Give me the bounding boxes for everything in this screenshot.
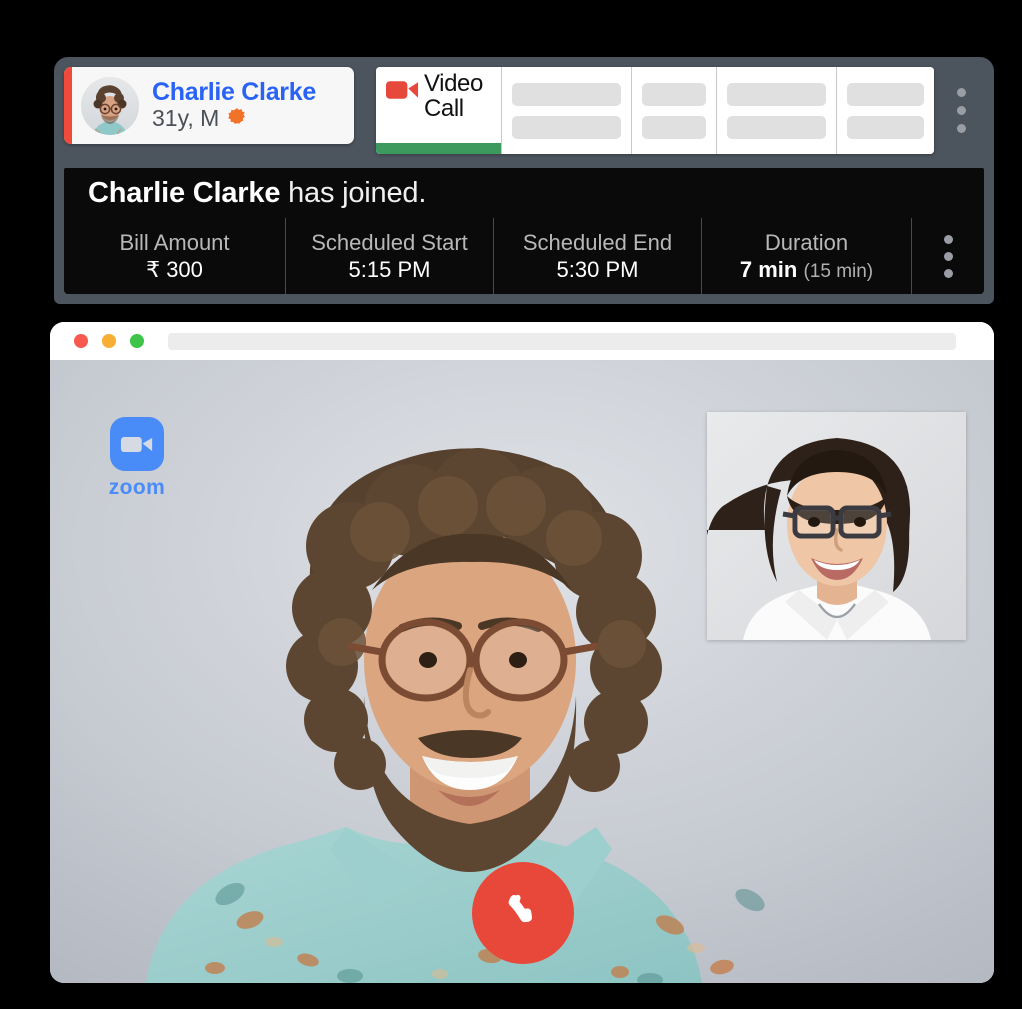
kebab-dot	[956, 88, 966, 97]
stat-duration-value: 7 min (15 min)	[740, 257, 873, 283]
patient-meta: 31y, M	[152, 104, 316, 131]
tab-placeholder-3-line1	[727, 82, 827, 106]
stat-scheduled-start-value: 5:15 PM	[348, 256, 431, 282]
tab-placeholder-4[interactable]	[837, 67, 934, 154]
stat-bill-amount-value: ₹ 300	[146, 256, 203, 282]
stat-scheduled-end-label: Scheduled End	[522, 229, 673, 255]
kebab-dot	[943, 268, 953, 278]
console-header-row: Charlie Clarke 31y, M Video Call	[64, 67, 984, 159]
stat-duration-scheduled: (15 min)	[803, 260, 874, 282]
patient-name: Charlie Clarke	[152, 77, 316, 106]
patient-avatar	[81, 76, 139, 135]
self-view-thumbnail[interactable]	[707, 412, 966, 640]
address-bar[interactable]	[168, 332, 956, 350]
patient-age-gender: 31y, M	[152, 104, 220, 131]
stat-bill-amount-label: Bill Amount	[119, 229, 230, 255]
stat-scheduled-end: Scheduled End 5:30 PM	[494, 218, 702, 294]
end-call-button[interactable]	[472, 862, 574, 964]
patient-card-accent-bar	[64, 67, 72, 144]
zoom-app-logo: zoom	[94, 417, 180, 500]
zoom-logo-wordmark: zoom	[108, 476, 166, 499]
stat-duration: Duration 7 min (15 min)	[702, 218, 912, 294]
participant-joined-name: Charlie Clarke	[88, 176, 281, 209]
stat-scheduled-start-label: Scheduled Start	[311, 229, 468, 255]
patient-text-block: Charlie Clarke 31y, M	[152, 77, 316, 133]
tab-video-call-status-bar	[376, 143, 502, 154]
participant-joined-banner: Charlie Clarke has joined.	[64, 168, 984, 218]
tab-placeholder-4-line2	[847, 115, 925, 139]
zoom-camera-icon	[120, 436, 153, 452]
kebab-dot	[956, 124, 966, 133]
tab-video-call-label-line1: Video	[424, 70, 483, 97]
tab-placeholder-1-line2	[512, 115, 622, 139]
patient-summary-card[interactable]: Charlie Clarke 31y, M	[64, 67, 354, 144]
tab-placeholder-2[interactable]	[632, 67, 718, 154]
browser-chrome	[50, 322, 994, 360]
video-camera-icon	[385, 81, 419, 99]
tab-placeholder-2-line1	[642, 82, 707, 106]
kebab-dot	[943, 234, 953, 244]
participant-joined-message: has joined.	[280, 176, 427, 209]
participant-joined-text: Charlie Clarke has joined.	[88, 177, 426, 210]
phone-handset-icon	[508, 894, 533, 923]
tab-video-call-label: Video Call	[424, 70, 483, 122]
header-kebab-menu-icon[interactable]	[938, 67, 984, 154]
tab-video-call[interactable]: Video Call	[376, 67, 503, 154]
stat-scheduled-end-value: 5:30 PM	[556, 256, 639, 282]
stat-duration-label: Duration	[764, 229, 849, 255]
session-stats-bar: Bill Amount ₹ 300 Scheduled Start 5:15 P…	[64, 218, 984, 294]
app-root: Charlie Clarke 31y, M Video Call Charlie…	[0, 0, 1022, 1009]
minimize-window-icon[interactable]	[102, 334, 116, 348]
tab-placeholder-4-line1	[847, 82, 925, 106]
tab-placeholder-1-line1	[512, 82, 622, 106]
stat-bill-amount: Bill Amount ₹ 300	[64, 218, 286, 294]
kebab-dot	[956, 106, 966, 115]
kebab-dot	[943, 251, 953, 261]
zoom-logo-mark-icon	[110, 417, 164, 471]
tab-placeholder-3[interactable]	[717, 67, 838, 154]
tab-video-call-label-line2: Call	[424, 94, 464, 122]
stat-duration-elapsed: 7 min	[739, 256, 798, 282]
window-traffic-lights	[74, 334, 144, 348]
tab-placeholder-3-line2	[727, 115, 827, 139]
maximize-window-icon[interactable]	[130, 334, 144, 348]
tab-placeholder-1[interactable]	[502, 67, 633, 154]
consultation-console-panel: Charlie Clarke 31y, M Video Call Charlie…	[54, 57, 994, 304]
console-tab-strip: Video Call	[376, 67, 934, 154]
stat-scheduled-start: Scheduled Start 5:15 PM	[286, 218, 494, 294]
close-window-icon[interactable]	[74, 334, 88, 348]
starburst-badge-icon	[228, 108, 246, 125]
stats-kebab-menu-icon[interactable]	[912, 218, 984, 294]
tab-placeholder-2-line2	[642, 115, 707, 139]
